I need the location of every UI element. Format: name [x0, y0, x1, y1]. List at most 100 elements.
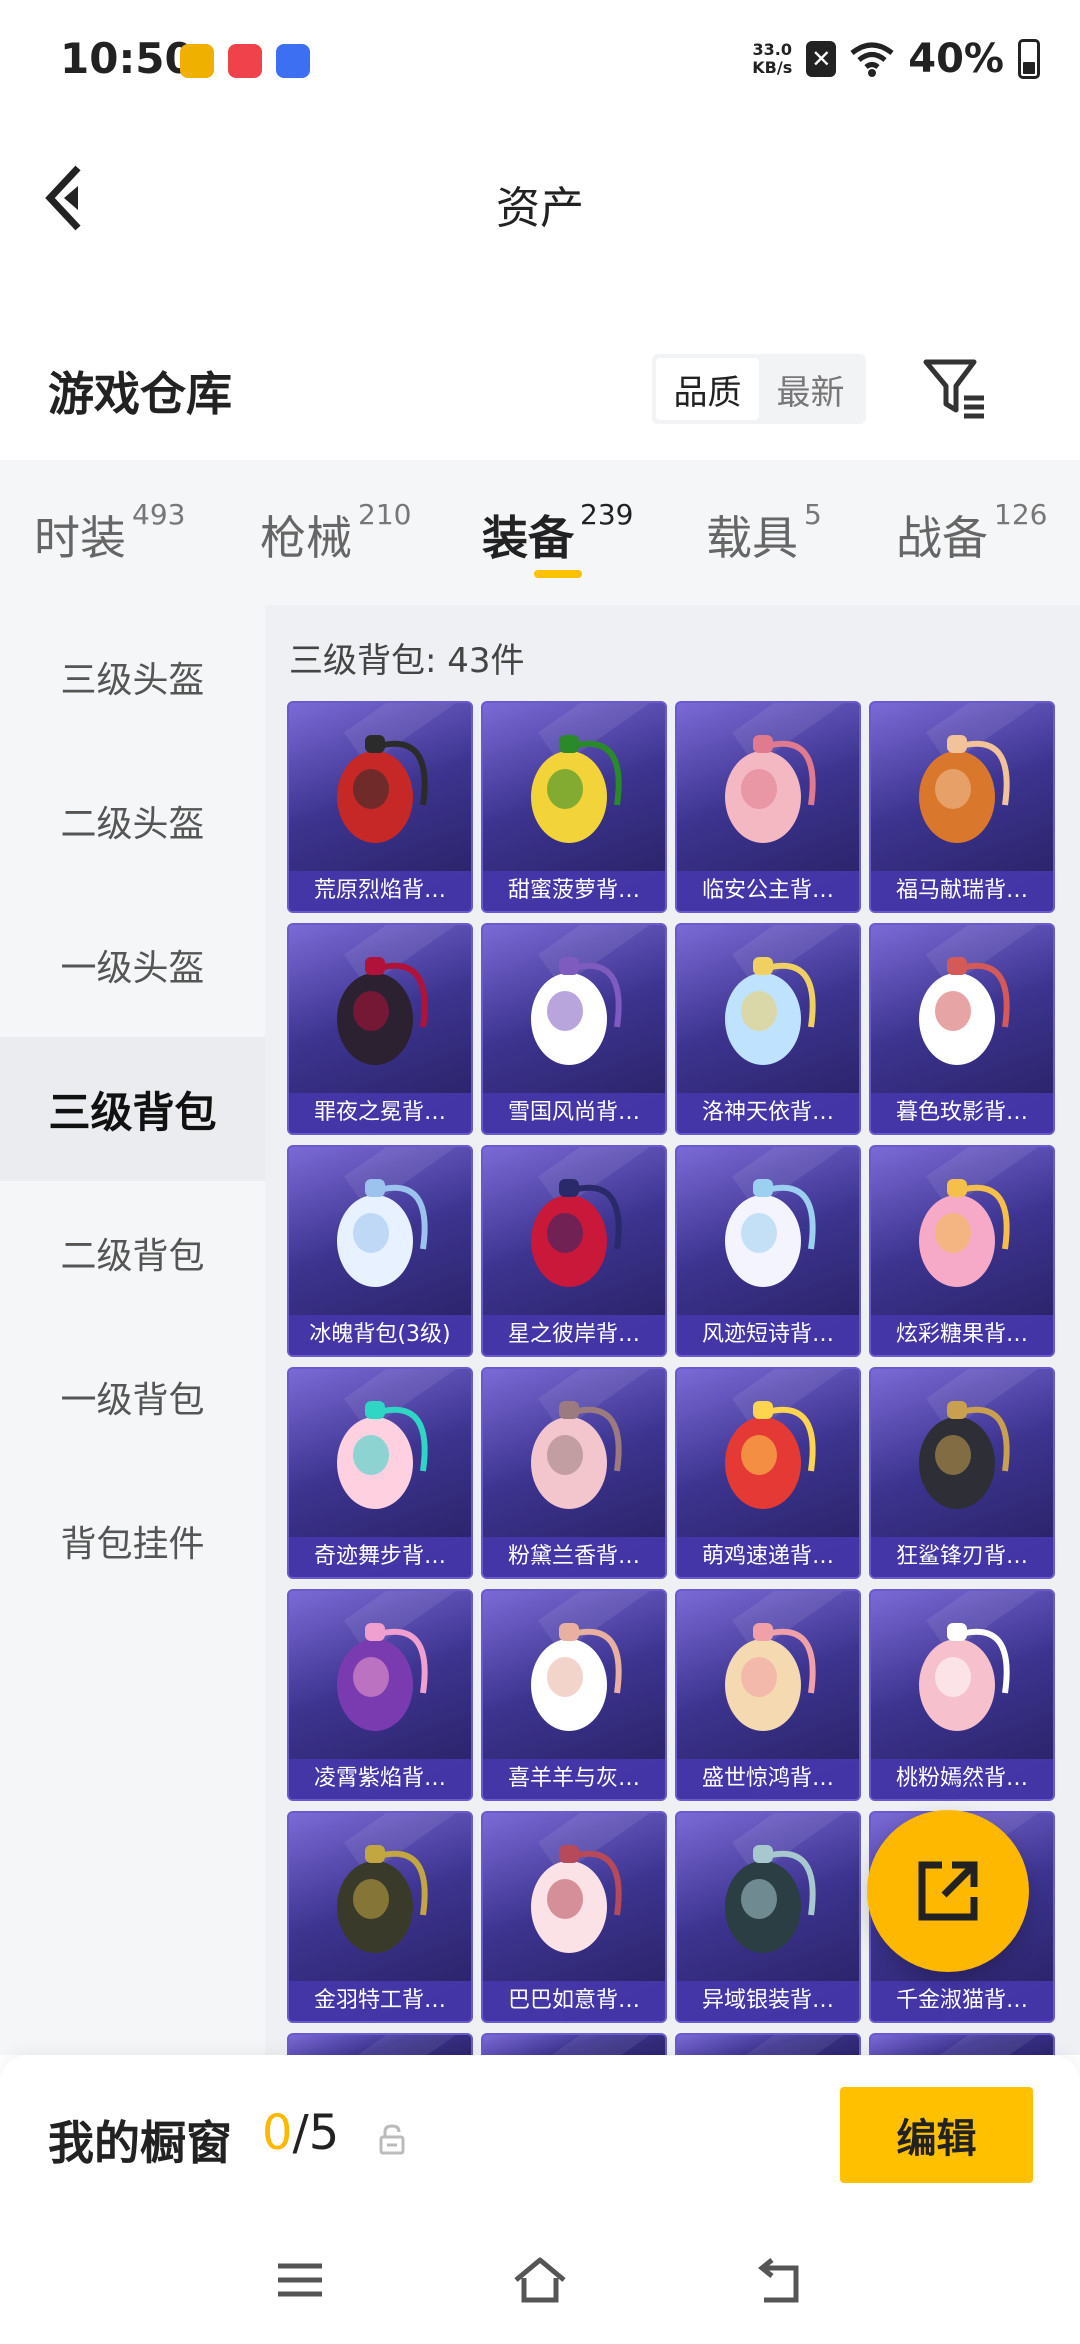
backpack-image — [337, 1845, 428, 1953]
huawei-app-icon — [228, 44, 262, 78]
item-card-partial[interactable] — [481, 2033, 667, 2055]
item-card-label: 异域银装背… — [677, 1981, 859, 2021]
showcase-bar: 我的橱窗 0/5 编辑 — [0, 2055, 1080, 2220]
tab-gear[interactable]: 战备 126 — [896, 498, 1047, 568]
item-card[interactable]: 萌鸡速递背… — [675, 1367, 861, 1579]
backpack-image — [919, 1179, 1010, 1287]
lock-icon — [379, 2124, 405, 2155]
item-card[interactable]: 冰魄背包(3级) — [287, 1145, 473, 1357]
item-card-label: 凌霄紫焰背… — [289, 1759, 471, 1799]
item-card-label: 临安公主背… — [677, 871, 859, 911]
sidebar-item-level3-helmet[interactable]: 三级头盔 — [0, 605, 265, 749]
tab-vehicles[interactable]: 载具 5 — [706, 498, 822, 568]
sort-toggle: 品质 最新 — [652, 354, 866, 424]
backpack-image — [919, 735, 1010, 843]
item-card[interactable]: 雪国风尚背… — [481, 923, 667, 1135]
item-card-label: 冰魄背包(3级) — [289, 1315, 471, 1355]
back-nav-icon[interactable] — [750, 2252, 810, 2308]
item-card[interactable]: 星之彼岸背… — [481, 1145, 667, 1357]
item-card-label: 奇迹舞步背… — [289, 1537, 471, 1577]
item-card-label: 桃粉嫣然背… — [871, 1759, 1053, 1799]
game-app-icon — [180, 44, 214, 78]
warehouse-row: 游戏仓库 品质 最新 — [0, 330, 1080, 460]
item-card[interactable]: 喜羊羊与灰… — [481, 1589, 667, 1801]
item-card-label: 福马献瑞背… — [871, 871, 1053, 911]
item-card[interactable]: 奇迹舞步背… — [287, 1367, 473, 1579]
vivo-app-icon — [276, 44, 310, 78]
category-tabs: 时装 493 枪械 210 装备 239 载具 5 战备 126 — [0, 460, 1080, 605]
item-card-partial[interactable] — [869, 2033, 1055, 2055]
item-card-label: 雪国风尚背… — [483, 1093, 665, 1133]
item-card[interactable]: 暮色玫影背… — [869, 923, 1055, 1135]
active-tab-indicator — [534, 570, 582, 578]
item-card-label: 罪夜之冕背… — [289, 1093, 471, 1133]
backpack-image — [531, 1623, 622, 1731]
showcase-label: 我的橱窗 — [48, 2116, 232, 2170]
item-card[interactable]: 罪夜之冕背… — [287, 923, 473, 1135]
backpack-image — [725, 1179, 816, 1287]
battery-icon — [1018, 39, 1040, 79]
share-fab[interactable] — [867, 1810, 1029, 1972]
item-card[interactable]: 盛世惊鸿背… — [675, 1589, 861, 1801]
section-heading: 三级背包: 43件 — [289, 641, 525, 681]
edit-button[interactable]: 编辑 — [840, 2087, 1033, 2183]
backpack-image — [725, 1623, 816, 1731]
battery-percent: 40% — [908, 36, 1004, 82]
sort-newest-option[interactable]: 最新 — [759, 358, 862, 420]
status-time: 10:50 — [60, 34, 194, 83]
item-card[interactable]: 福马献瑞背… — [869, 701, 1055, 913]
item-card-label: 巴巴如意背… — [483, 1981, 665, 2021]
item-card[interactable]: 桃粉嫣然背… — [869, 1589, 1055, 1801]
item-card-label: 星之彼岸背… — [483, 1315, 665, 1355]
sidebar-item-level2-backpack[interactable]: 二级背包 — [0, 1181, 265, 1325]
sidebar-item-level2-helmet[interactable]: 二级头盔 — [0, 749, 265, 893]
backpack-image — [919, 1401, 1010, 1509]
network-speed: 33.0 KB/s — [752, 40, 793, 77]
item-card[interactable]: 临安公主背… — [675, 701, 861, 913]
home-icon[interactable] — [510, 2252, 570, 2308]
share-external-icon — [918, 1861, 978, 1921]
item-card[interactable]: 风迹短诗背… — [675, 1145, 861, 1357]
backpack-image — [725, 1401, 816, 1509]
item-card-partial[interactable] — [675, 2033, 861, 2055]
sim-off-icon: ✕ — [806, 41, 837, 77]
item-card-label: 喜羊羊与灰… — [483, 1759, 665, 1799]
item-card[interactable]: 炫彩糖果背… — [869, 1145, 1055, 1357]
backpack-image — [337, 1179, 428, 1287]
backpack-image — [725, 1845, 816, 1953]
item-card[interactable]: 粉黛兰香背… — [481, 1367, 667, 1579]
item-card-label: 金羽特工背… — [289, 1981, 471, 2021]
item-card-label: 千金淑猫背… — [871, 1981, 1053, 2021]
backpack-image — [531, 1401, 622, 1509]
sidebar: 三级头盔 二级头盔 一级头盔 三级背包 二级背包 一级背包 背包挂件 — [0, 605, 265, 2055]
tab-firearms[interactable]: 枪械 210 — [260, 498, 411, 568]
item-card-label: 甜蜜菠萝背… — [483, 871, 665, 911]
item-card-label: 狂鲨锋刃背… — [871, 1537, 1053, 1577]
warehouse-title: 游戏仓库 — [48, 367, 232, 421]
item-card[interactable]: 巴巴如意背… — [481, 1811, 667, 2023]
item-card-partial[interactable] — [287, 2033, 473, 2055]
backpack-image — [531, 957, 622, 1065]
sidebar-item-level3-backpack[interactable]: 三级背包 — [0, 1037, 265, 1181]
sidebar-item-backpack-charm[interactable]: 背包挂件 — [0, 1469, 265, 1613]
item-card[interactable]: 异域银装背… — [675, 1811, 861, 2023]
sidebar-item-level1-helmet[interactable]: 一级头盔 — [0, 893, 265, 1037]
item-card[interactable]: 凌霄紫焰背… — [287, 1589, 473, 1801]
item-card[interactable]: 甜蜜菠萝背… — [481, 701, 667, 913]
item-card[interactable]: 金羽特工背… — [287, 1811, 473, 2023]
tab-fashion[interactable]: 时装 493 — [34, 498, 185, 568]
backpack-image — [725, 957, 816, 1065]
wifi-icon — [850, 42, 894, 77]
item-card[interactable]: 荒原烈焰背… — [287, 701, 473, 913]
backpack-image — [337, 735, 428, 843]
backpack-image — [337, 1623, 428, 1731]
menu-icon[interactable] — [270, 2252, 330, 2308]
filter-icon[interactable] — [920, 354, 990, 424]
sidebar-item-level1-backpack[interactable]: 一级背包 — [0, 1325, 265, 1469]
backpack-image — [531, 1179, 622, 1287]
item-card[interactable]: 狂鲨锋刃背… — [869, 1367, 1055, 1579]
sort-quality-option[interactable]: 品质 — [656, 358, 759, 420]
item-card-label: 盛世惊鸿背… — [677, 1759, 859, 1799]
tab-equipment[interactable]: 装备 239 — [482, 498, 633, 568]
item-card[interactable]: 洛神天依背… — [675, 923, 861, 1135]
